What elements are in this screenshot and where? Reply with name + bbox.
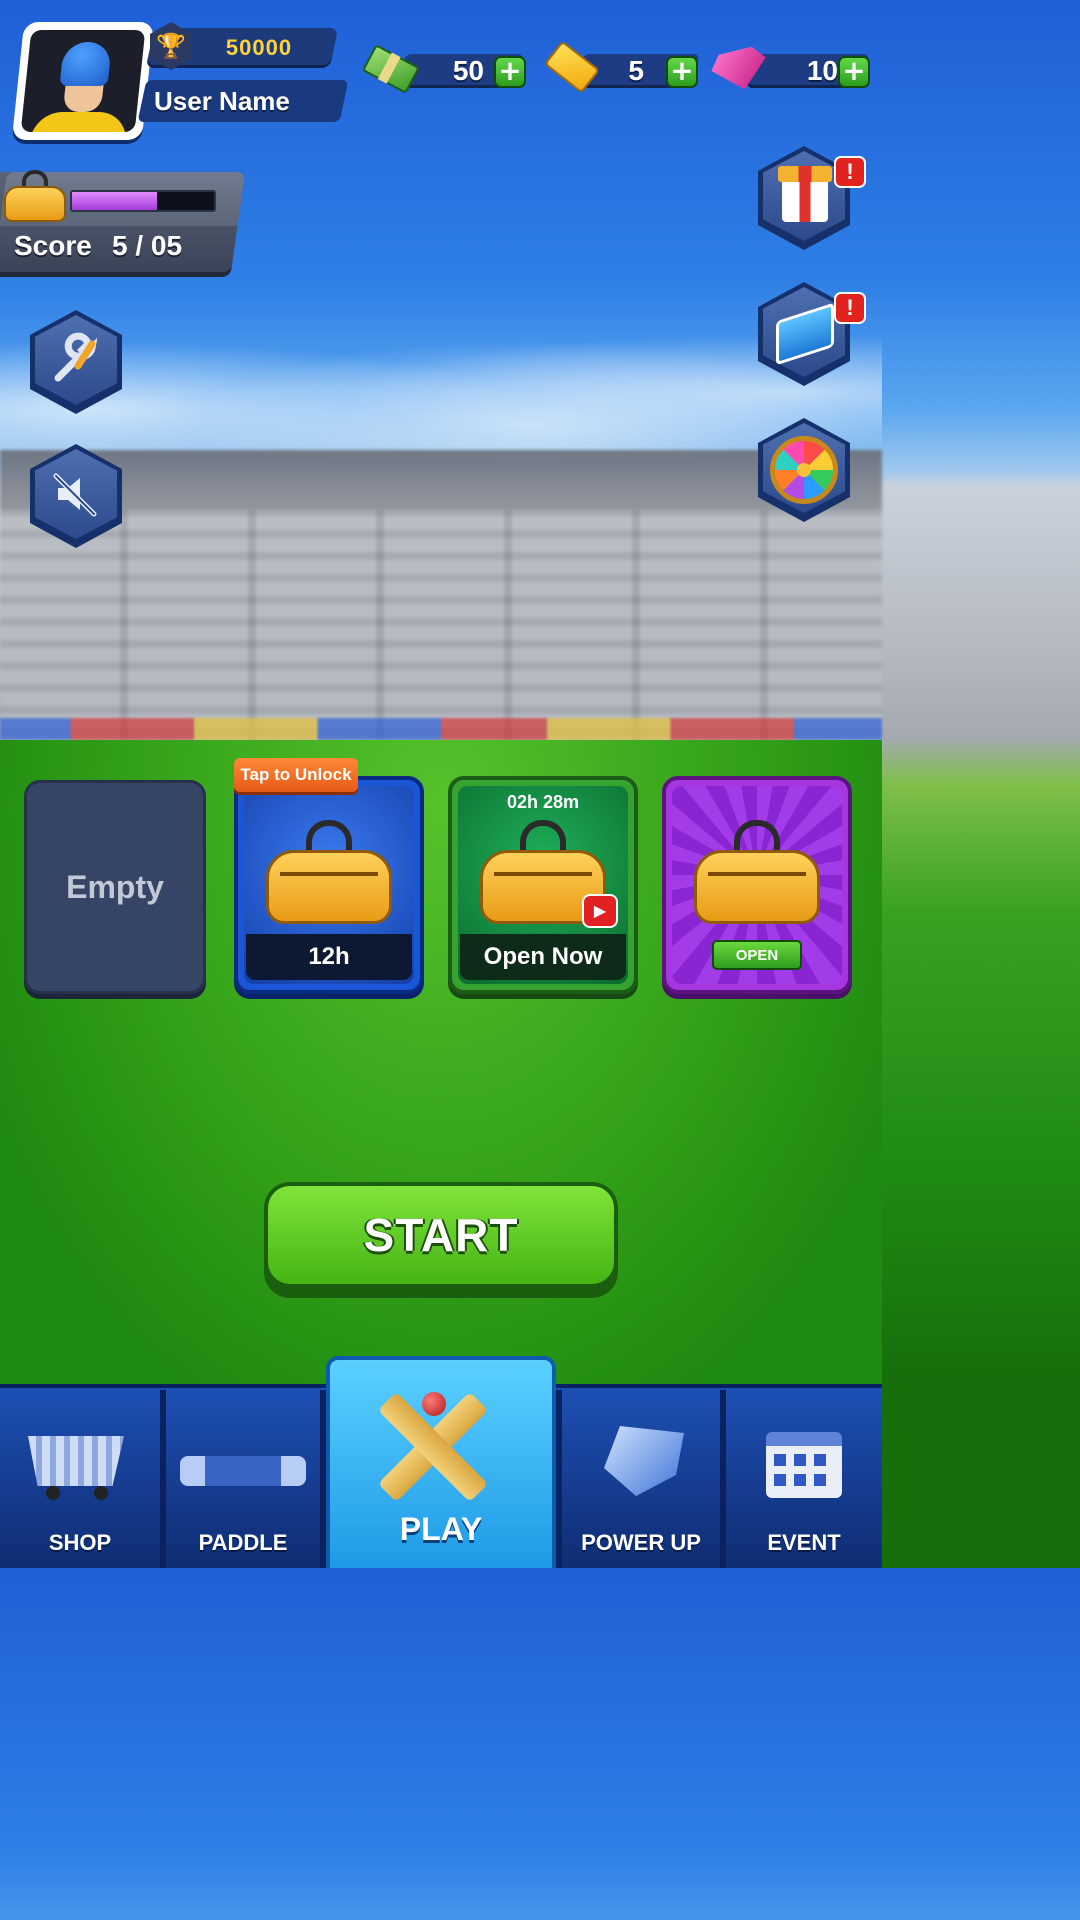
- cash-amount: 50: [452, 55, 484, 86]
- bag-slot-locked[interactable]: 12h: [234, 776, 424, 994]
- power-up-icon: [604, 1426, 684, 1496]
- start-button-label: START: [268, 1186, 614, 1284]
- ticket-icon: [540, 40, 601, 94]
- bag-timer: 02h 28m: [506, 792, 580, 812]
- tap-to-unlock-ribbon[interactable]: Tap to Unlock: [234, 758, 358, 792]
- add-cash-button[interactable]: +: [494, 56, 526, 88]
- bag-unlock-time: 12h: [246, 934, 412, 980]
- mute-icon: [35, 449, 117, 539]
- nav-paddle-label: PADDLE: [198, 1530, 288, 1555]
- wrench-icon: [35, 315, 117, 405]
- gift-icon: [778, 166, 832, 222]
- advertising-boards: [0, 718, 882, 740]
- start-button[interactable]: START: [264, 1182, 618, 1298]
- paddle-icon: [180, 1456, 306, 1486]
- crossed-bats-icon: [370, 1390, 520, 1503]
- trophy-count: 50000: [225, 35, 293, 60]
- currency-tickets: 5 +: [540, 40, 700, 94]
- book-alert-badge: !: [834, 292, 866, 324]
- gem-amount: 10: [806, 55, 838, 86]
- score-value: 5 / 05: [112, 230, 183, 261]
- calendar-icon: [766, 1432, 842, 1498]
- gift-alert-badge: !: [834, 156, 866, 188]
- bag-icon: [4, 170, 66, 222]
- nav-power-up[interactable]: POWER UP: [562, 1390, 720, 1568]
- nav-paddle[interactable]: PADDLE: [166, 1390, 320, 1568]
- wheel-icon: [770, 436, 838, 504]
- ticket-amount: 5: [628, 55, 644, 86]
- currency-gems: 10 +: [710, 50, 872, 90]
- cricketer-avatar-icon: [20, 30, 146, 132]
- add-tickets-button[interactable]: +: [666, 56, 698, 88]
- nav-event-label: EVENT: [767, 1530, 841, 1555]
- sky-clouds: [0, 290, 882, 460]
- open-now-button[interactable]: Open Now: [460, 934, 626, 980]
- score-progress-fill: [72, 192, 158, 210]
- shopping-cart-icon: [28, 1426, 126, 1500]
- video-ad-icon[interactable]: ▶: [582, 894, 618, 928]
- player-username[interactable]: User Name: [154, 82, 334, 120]
- score-label: Score: [14, 230, 92, 261]
- nav-play-label: PLAY: [399, 1511, 483, 1547]
- cash-icon: [361, 44, 421, 94]
- bag-slot-empty[interactable]: Empty: [24, 780, 206, 994]
- stadium-stands: [0, 450, 882, 750]
- bag-icon: [266, 820, 392, 930]
- nav-shop[interactable]: SHOP: [0, 1390, 160, 1568]
- add-gems-button[interactable]: +: [838, 56, 870, 88]
- gem-icon: [710, 46, 768, 92]
- score-progress-bar: [70, 190, 216, 212]
- nav-power-up-label: POWER UP: [581, 1530, 701, 1555]
- nav-event[interactable]: EVENT: [726, 1390, 882, 1568]
- open-bag-button[interactable]: OPEN: [712, 940, 802, 970]
- bag-slot-timed[interactable]: 02h 28m Open Now: [448, 776, 638, 994]
- player-avatar[interactable]: [11, 22, 155, 140]
- currency-cash: 50 +: [361, 44, 528, 94]
- nav-shop-label: SHOP: [48, 1530, 112, 1555]
- nav-play[interactable]: PLAY: [326, 1356, 556, 1568]
- bag-icon: [694, 820, 820, 930]
